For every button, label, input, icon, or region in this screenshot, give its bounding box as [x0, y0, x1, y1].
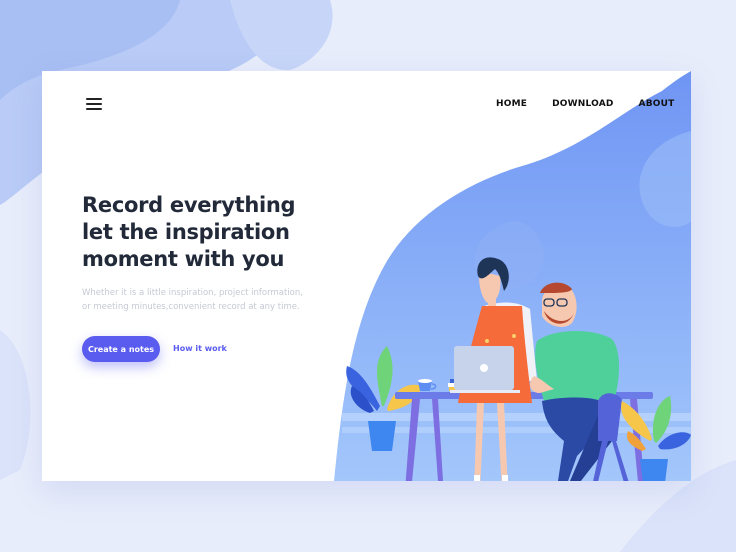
coffee-cup [418, 379, 437, 391]
nav-download[interactable]: DOWNLOAD [552, 99, 613, 109]
hero-headline: Record everything let the inspiration mo… [82, 192, 342, 273]
top-nav: HOME DOWNLOAD ABOUT [496, 99, 674, 109]
create-notes-button[interactable]: Create a notes [82, 336, 160, 362]
laptop [450, 346, 520, 393]
man-figure [530, 282, 619, 481]
how-it-work-link[interactable]: How it work [173, 344, 227, 353]
headline-line-1: Record everything [82, 193, 296, 217]
subtitle-line-2: or meeting minutes,convenient record at … [82, 302, 300, 312]
subtitle-line-1: Whether it is a little inspiration, proj… [82, 288, 303, 298]
nav-home[interactable]: HOME [496, 99, 527, 109]
hero-subtitle: Whether it is a little inspiration, proj… [82, 286, 322, 314]
hamburger-menu-icon[interactable] [86, 98, 102, 112]
headline-line-2: let the inspiration [82, 220, 290, 244]
headline-line-3: moment with you [82, 247, 285, 271]
right-plant [621, 396, 691, 481]
hero-illustration [346, 257, 691, 481]
landing-card: HOME DOWNLOAD ABOUT Record everything le… [42, 71, 691, 481]
nav-about[interactable]: ABOUT [639, 99, 675, 109]
